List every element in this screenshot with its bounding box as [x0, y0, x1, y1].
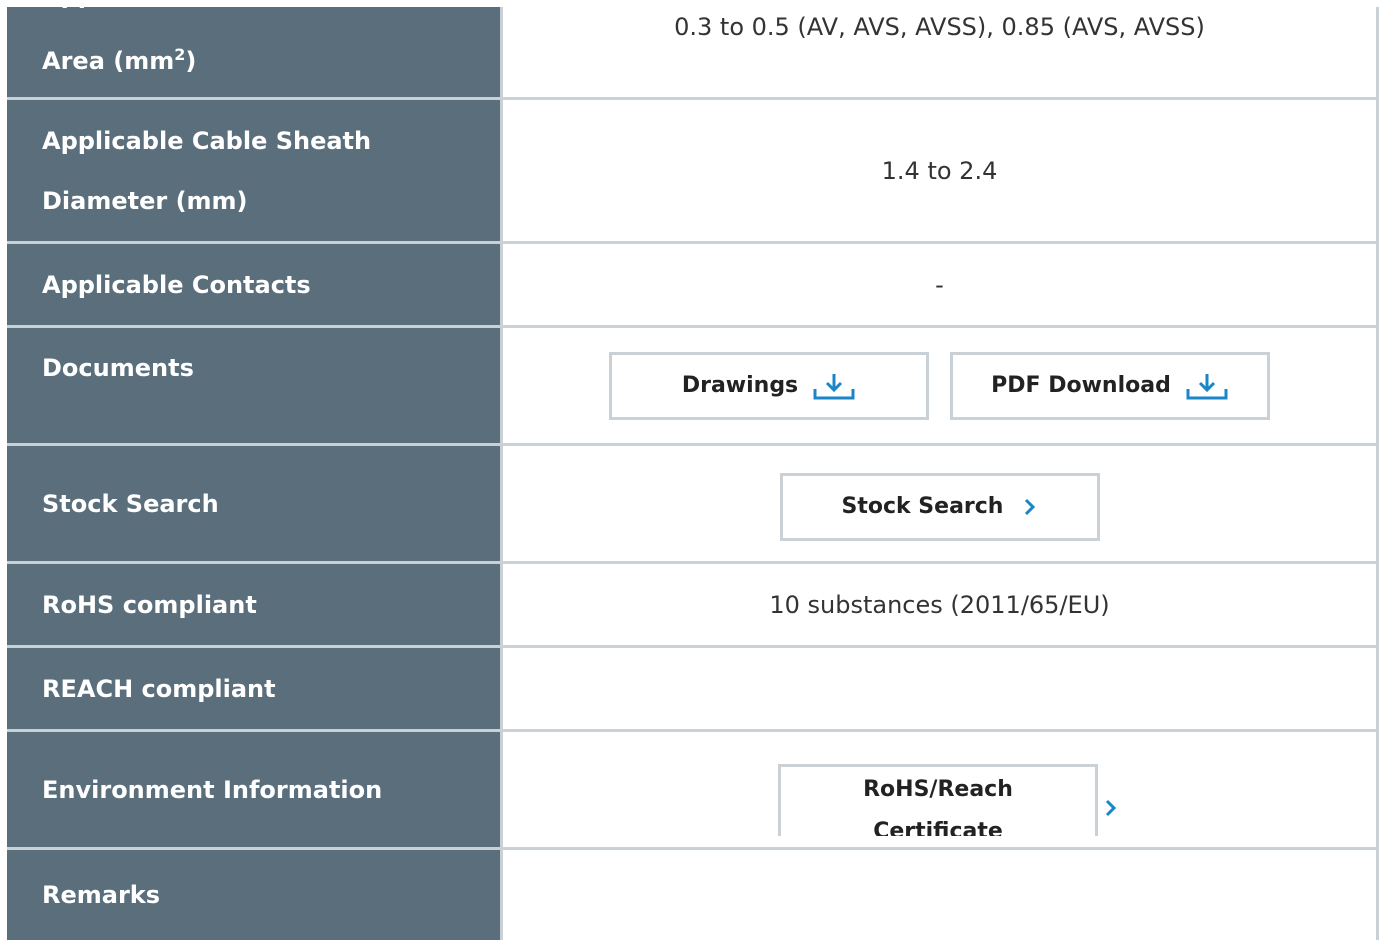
row-applicable-contacts: Applicable Contacts -: [7, 244, 1379, 328]
label-remarks-text: Remarks: [42, 881, 161, 909]
download-icon: [1185, 371, 1229, 401]
label-reach: REACH compliant: [7, 648, 503, 729]
label-contacts-text: Applicable Contacts: [42, 270, 311, 299]
row-remarks: Remarks: [7, 850, 1379, 940]
drawings-button[interactable]: Drawings: [609, 351, 929, 420]
value-documents: Drawings PDF Download: [503, 328, 1379, 443]
label-sheath-line1: Applicable Cable Sheath: [42, 126, 372, 155]
documents-button-group: Drawings PDF Download: [609, 351, 1270, 420]
label-stock-search: Stock Search: [7, 446, 503, 561]
label-documents-text: Documents: [42, 354, 194, 382]
value-applicable-contacts: -: [503, 244, 1379, 325]
label-sheath-diameter: Applicable Cable Sheath Diameter (mm): [7, 100, 503, 241]
chevron-right-icon: [1104, 796, 1118, 824]
certificate-button-line2: Certificate: [873, 819, 1003, 836]
value-rohs-text: 10 substances (2011/65/EU): [769, 590, 1110, 619]
label-applicable-contacts: Applicable Contacts: [7, 244, 503, 325]
value-sheath-diameter: 1.4 to 2.4: [503, 100, 1379, 241]
value-reach: [503, 648, 1379, 729]
label-cable-area-line1: Applicable Cable: [42, 7, 267, 25]
certificate-button-wrap: RoHS/Reach Certificate: [778, 764, 1118, 836]
value-rohs: 10 substances (2011/65/EU): [503, 564, 1379, 645]
label-environment-text: Environment Information: [42, 775, 383, 804]
value-remarks: [503, 850, 1379, 940]
row-reach: REACH compliant: [7, 648, 1379, 732]
label-cable-area-line2: Area (mm2): [42, 45, 197, 75]
chevron-right-icon: [1023, 497, 1037, 517]
label-sheath-line2: Diameter (mm): [42, 186, 248, 215]
value-cable-area: 0.3 to 0.5 (AV, AVS, AVSS), 0.85 (AVS, A…: [503, 7, 1379, 97]
label-cable-area: Applicable Cable Area (mm2): [7, 7, 503, 97]
pdf-download-button[interactable]: PDF Download: [950, 351, 1270, 420]
row-documents: Documents Drawings PDF Download: [7, 328, 1379, 446]
value-cable-area-text: 0.3 to 0.5 (AV, AVS, AVSS), 0.85 (AVS, A…: [674, 13, 1205, 41]
stock-search-button[interactable]: Stock Search: [779, 472, 1100, 541]
label-remarks: Remarks: [7, 850, 503, 940]
download-icon: [812, 371, 856, 401]
drawings-button-label: Drawings: [681, 373, 799, 398]
spec-table: Applicable Cable Area (mm2) 0.3 to 0.5 (…: [7, 7, 1379, 940]
value-contacts-text: -: [935, 270, 944, 299]
row-sheath-diameter: Applicable Cable Sheath Diameter (mm) 1.…: [7, 100, 1379, 244]
pdf-download-label: PDF Download: [991, 373, 1171, 398]
value-stock-search: Stock Search: [503, 446, 1379, 561]
label-stock-text: Stock Search: [42, 489, 219, 518]
value-sheath-text: 1.4 to 2.4: [881, 156, 998, 185]
label-environment: Environment Information: [7, 732, 503, 847]
value-environment: RoHS/Reach Certificate: [503, 732, 1379, 847]
label-reach-text: REACH compliant: [42, 674, 276, 703]
row-environment: Environment Information RoHS/Reach Certi…: [7, 732, 1379, 850]
label-documents: Documents: [7, 328, 503, 443]
row-cable-area: Applicable Cable Area (mm2) 0.3 to 0.5 (…: [7, 7, 1379, 100]
label-rohs: RoHS compliant: [7, 564, 503, 645]
row-stock-search: Stock Search Stock Search: [7, 446, 1379, 564]
rohs-reach-certificate-button[interactable]: RoHS/Reach Certificate: [778, 764, 1098, 836]
label-rohs-text: RoHS compliant: [42, 590, 257, 619]
stock-search-button-label: Stock Search: [841, 494, 1004, 519]
row-rohs: RoHS compliant 10 substances (2011/65/EU…: [7, 564, 1379, 648]
certificate-button-line1: RoHS/Reach: [863, 777, 1013, 802]
